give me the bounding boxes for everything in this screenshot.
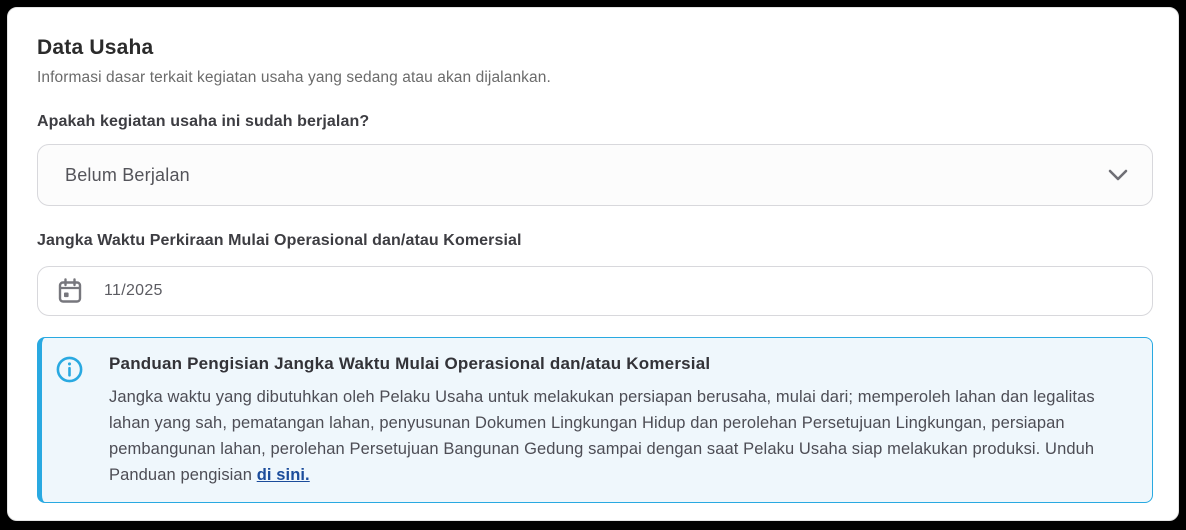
infobox-title: Panduan Pengisian Jangka Waktu Mulai Ope… <box>109 354 1124 374</box>
business-running-select[interactable]: Belum Berjalan <box>37 144 1153 206</box>
calendar-icon <box>58 278 82 304</box>
business-running-select-value: Belum Berjalan <box>65 165 1108 186</box>
chevron-down-icon <box>1108 169 1128 181</box>
field-label-start-period: Jangka Waktu Perkiraan Mulai Operasional… <box>37 232 1151 250</box>
data-usaha-card: Data Usaha Informasi dasar terkait kegia… <box>7 7 1179 521</box>
download-guide-link[interactable]: di sini. <box>257 466 310 484</box>
infobox-body: Jangka waktu yang dibutuhkan oleh Pelaku… <box>109 384 1124 488</box>
guidance-infobox: Panduan Pengisian Jangka Waktu Mulai Ope… <box>37 337 1153 503</box>
page-subtitle: Informasi dasar terkait kegiatan usaha y… <box>37 69 1151 87</box>
page-title: Data Usaha <box>37 36 1151 60</box>
start-period-value: 11/2025 <box>104 282 163 300</box>
start-period-input[interactable]: 11/2025 <box>37 266 1153 316</box>
info-icon <box>56 356 83 383</box>
field-label-business-running: Apakah kegiatan usaha ini sudah berjalan… <box>37 113 1151 131</box>
infobox-content: Panduan Pengisian Jangka Waktu Mulai Ope… <box>109 354 1124 488</box>
